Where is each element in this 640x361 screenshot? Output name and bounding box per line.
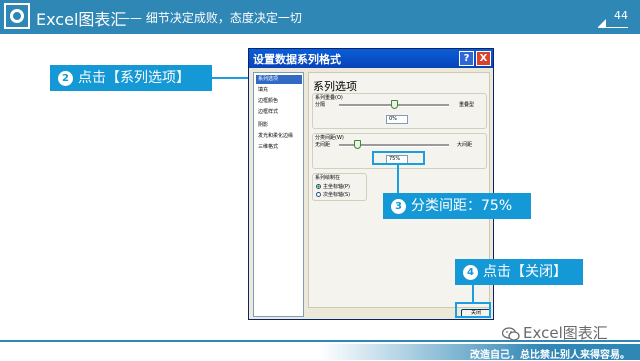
- callout-text: 点击【关闭】: [483, 264, 567, 280]
- dialog-titlebar[interactable]: 设置数据系列格式 ? X: [249, 49, 493, 68]
- connector-line: [212, 77, 252, 79]
- overlap-left-label: 分隔: [315, 102, 326, 108]
- brand-title: Excel图表汇: [36, 10, 127, 29]
- panel-title: 系列选项: [313, 80, 357, 93]
- secondary-axis-label: 次坐标轴(S): [323, 192, 351, 198]
- page-number-text: 44: [614, 9, 628, 22]
- help-button[interactable]: ?: [459, 51, 474, 66]
- connector-line: [397, 165, 399, 193]
- close-button-highlight: [455, 302, 491, 318]
- callout-gap-width: 3 分类间距：75%: [383, 193, 531, 219]
- page-corner-icon: [598, 19, 606, 27]
- radio-unselected-icon[interactable]: [316, 192, 321, 197]
- overlap-value-field[interactable]: 0%: [386, 115, 408, 124]
- wechat-icon: [501, 327, 520, 341]
- nav-item-glow-soft-edges[interactable]: 发光和柔化边缘: [256, 132, 302, 141]
- secondary-axis-radio[interactable]: 次坐标轴(S): [316, 191, 350, 198]
- nav-item-fill[interactable]: 填充: [256, 86, 302, 95]
- footer-divider: [0, 340, 640, 342]
- primary-axis-label: 主坐标轴(P): [323, 184, 350, 190]
- step-number: 4: [463, 265, 478, 280]
- callout-text: 分类间距：75%: [411, 198, 513, 214]
- nav-item-border-style[interactable]: 边框样式: [256, 108, 302, 117]
- footer-bar: 改造自己，总比禁止别人来得容易。: [0, 344, 640, 361]
- dialog-title: 设置数据系列格式: [253, 53, 341, 66]
- step-number: 3: [391, 199, 406, 214]
- nav-item-border-color[interactable]: 边框颜色: [256, 97, 302, 106]
- step-number: 2: [58, 71, 73, 86]
- top-banner: Excel图表汇 —— 细节决定成败，态度决定一切 44: [0, 0, 640, 34]
- overlap-slider-thumb[interactable]: [391, 100, 398, 109]
- footer-note: 改造自己，总比禁止别人来得容易。: [470, 350, 630, 361]
- gap-right-label: 大间距: [457, 142, 473, 148]
- nav-item-3d-format[interactable]: 三维格式: [256, 143, 302, 152]
- titlebar-close-button[interactable]: X: [476, 51, 491, 66]
- category-list: 系列选项 填充 边框颜色 边框样式 阴影 发光和柔化边缘 三维格式: [253, 72, 304, 317]
- gap-value-highlight: [372, 151, 425, 165]
- overlap-right-label: 重叠型: [459, 102, 475, 108]
- nav-item-shadow[interactable]: 阴影: [256, 121, 302, 130]
- primary-axis-radio[interactable]: 主坐标轴(P): [316, 183, 350, 190]
- callout-series-options: 2 点击【系列选项】: [50, 65, 212, 91]
- page-number: 44: [598, 9, 628, 28]
- connector-line: [472, 285, 474, 302]
- gap-label: 分类间距(W): [315, 135, 344, 141]
- plot-on-label: 系列绘制在: [315, 175, 341, 181]
- gap-left-label: 无间距: [315, 142, 331, 148]
- gap-slider-thumb[interactable]: [354, 140, 361, 149]
- callout-close: 4 点击【关闭】: [455, 259, 583, 285]
- callout-text: 点击【系列选项】: [78, 70, 190, 86]
- radio-selected-icon[interactable]: [316, 184, 321, 189]
- brand-logo-icon: [4, 3, 30, 29]
- slogan: —— 细节决定成败，态度决定一切: [118, 11, 302, 25]
- nav-item-series-options[interactable]: 系列选项: [256, 75, 302, 84]
- overlap-label: 系列重叠(O): [315, 95, 343, 101]
